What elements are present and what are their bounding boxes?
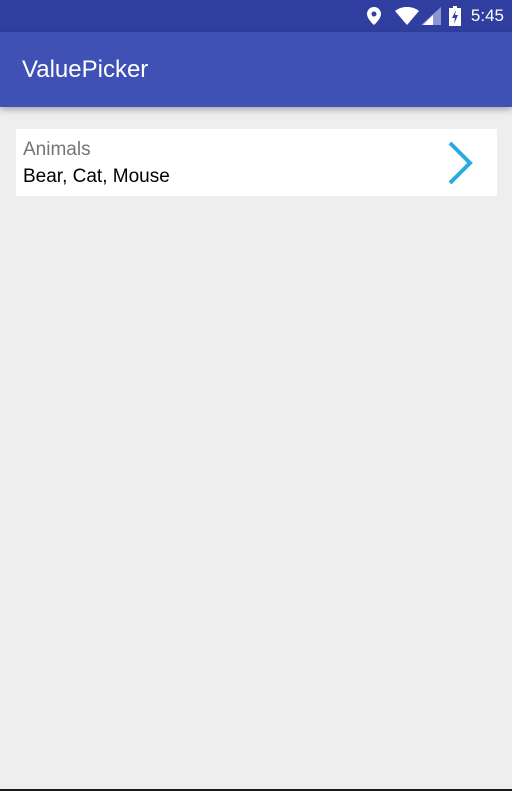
status-icons: 5:45 — [361, 0, 504, 32]
location-icon — [366, 7, 381, 25]
app-bar: ValuePicker — [0, 32, 512, 107]
signal-icon — [420, 7, 441, 25]
status-bar: 5:45 — [0, 0, 512, 32]
app-title: ValuePicker — [22, 56, 149, 83]
chevron-right-icon[interactable] — [445, 141, 475, 185]
status-time: 5:45 — [470, 6, 504, 25]
battery-charging-icon — [448, 6, 461, 26]
value-picker-item[interactable]: Animals Bear, Cat, Mouse — [16, 129, 497, 196]
picker-value: Bear, Cat, Mouse — [23, 166, 170, 187]
wifi-icon — [394, 7, 419, 25]
picker-label: Animals — [23, 139, 91, 160]
